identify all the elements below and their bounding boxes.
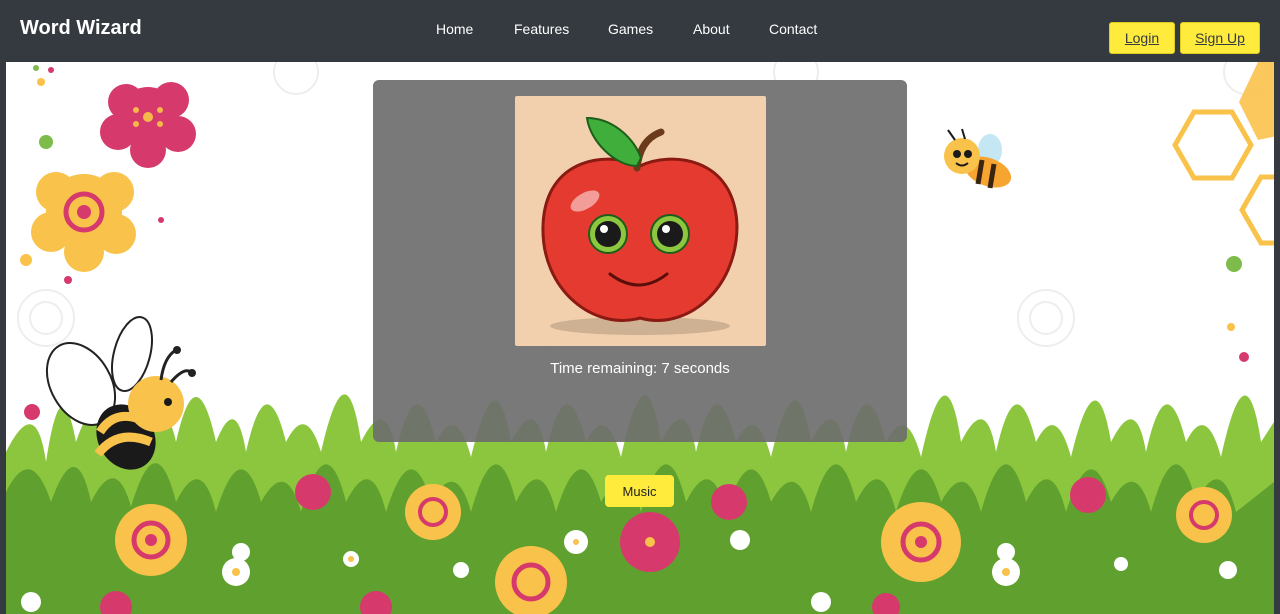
nav-link-features[interactable]: Features: [514, 21, 569, 37]
pink-flower-top-left: [100, 82, 196, 168]
timer-text: Time remaining: 7 seconds: [550, 360, 730, 377]
bee-small-icon: [944, 128, 1012, 189]
yellow-flower: [1176, 487, 1232, 543]
top-navbar: Word Wizard Home Features Games About Co…: [0, 0, 1280, 62]
word-image: [515, 96, 766, 346]
nav-link-contact[interactable]: Contact: [769, 21, 817, 37]
signup-button[interactable]: Sign Up: [1180, 22, 1260, 54]
yellow-flower: [881, 502, 961, 582]
nav-link-home[interactable]: Home: [436, 21, 473, 37]
smiling-apple-icon: [541, 116, 739, 335]
yellow-flower: [115, 504, 187, 576]
yellow-flower-left: [31, 172, 136, 272]
pink-flower: [620, 512, 680, 572]
login-button[interactable]: Login: [1109, 22, 1175, 54]
nav-link-games[interactable]: Games: [608, 21, 653, 37]
nav-links: Home Features Games About Contact: [0, 21, 1280, 41]
nav-link-about[interactable]: About: [693, 21, 730, 37]
music-button[interactable]: Music: [605, 475, 674, 507]
yellow-flower: [405, 484, 461, 540]
